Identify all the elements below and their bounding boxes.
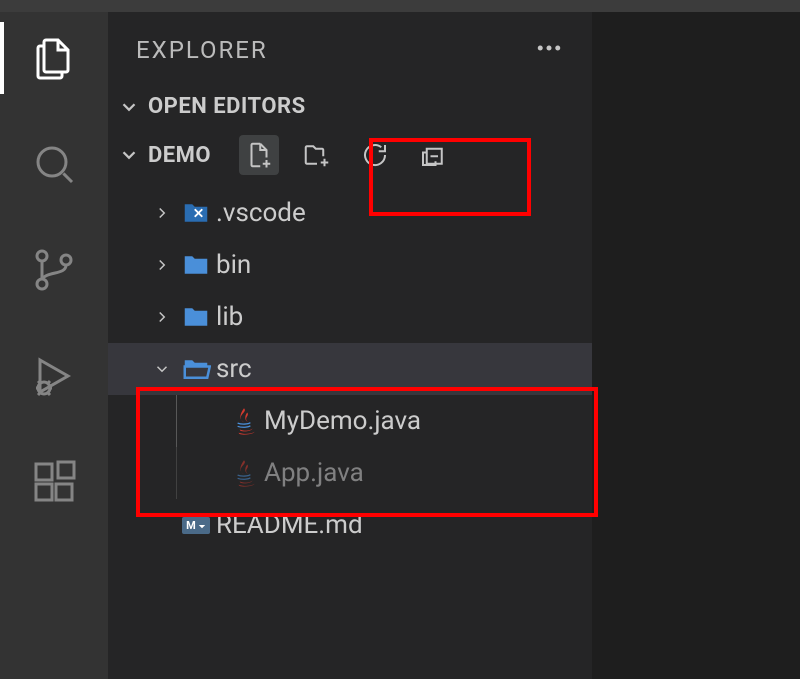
tree-label: .vscode xyxy=(216,198,306,228)
open-editors-label: OPEN EDITORS xyxy=(148,94,306,119)
java-icon xyxy=(224,456,264,490)
titlebar xyxy=(0,0,800,12)
ellipsis-icon xyxy=(534,33,564,63)
markdown-icon: M xyxy=(176,517,216,534)
indent-guide xyxy=(176,447,177,499)
refresh-icon xyxy=(360,140,390,170)
tree-label: bin xyxy=(216,250,251,280)
new-folder-button[interactable] xyxy=(297,135,337,175)
tree-label: MyDemo.java xyxy=(264,406,421,436)
workspace-section[interactable]: DEMO xyxy=(108,129,592,181)
tree-folder-bin[interactable]: bin xyxy=(108,239,592,291)
chevron-right-icon xyxy=(153,204,171,222)
new-file-button[interactable] xyxy=(239,135,279,175)
branch-icon xyxy=(30,246,78,294)
new-folder-icon xyxy=(302,140,332,170)
collapse-all-button[interactable] xyxy=(413,135,453,175)
java-icon xyxy=(224,404,264,438)
folder-icon xyxy=(176,302,216,332)
tree-folder-vscode[interactable]: .vscode xyxy=(108,187,592,239)
activity-search[interactable] xyxy=(26,136,82,192)
files-icon xyxy=(30,34,78,82)
tree-file-mydemo-java[interactable]: MyDemo.java xyxy=(108,395,592,447)
folder-icon xyxy=(176,250,216,280)
vscode-folder-icon xyxy=(176,198,216,228)
activity-run-debug[interactable] xyxy=(26,348,82,404)
activity-extensions[interactable] xyxy=(26,454,82,510)
chevron-right-icon xyxy=(153,256,171,274)
search-icon xyxy=(30,140,78,188)
collapse-icon xyxy=(418,140,448,170)
play-bug-icon xyxy=(30,352,78,400)
tree-label: src xyxy=(216,354,252,384)
tree-label: lib xyxy=(216,302,243,332)
sidebar-header: EXPLORER xyxy=(108,12,592,88)
explorer-sidebar: EXPLORER OPEN EDITORS DEMO xyxy=(108,12,592,679)
activity-explorer[interactable] xyxy=(26,30,82,86)
chevron-down-icon xyxy=(118,144,140,166)
more-actions-button[interactable] xyxy=(534,33,564,67)
sidebar-title: EXPLORER xyxy=(136,36,268,64)
new-file-icon xyxy=(244,140,274,170)
file-tree: .vscode bin lib s xyxy=(108,181,592,551)
tree-file-app-java[interactable]: App.java xyxy=(108,447,592,499)
extensions-icon xyxy=(30,458,78,506)
indent-guide xyxy=(176,395,177,447)
workspace-label: DEMO xyxy=(148,143,211,168)
chevron-down-icon xyxy=(153,360,171,378)
activity-source-control[interactable] xyxy=(26,242,82,298)
tree-folder-src[interactable]: src xyxy=(108,343,592,395)
workspace-toolbar xyxy=(239,135,453,175)
refresh-button[interactable] xyxy=(355,135,395,175)
activity-bar xyxy=(0,12,108,679)
open-editors-section[interactable]: OPEN EDITORS xyxy=(108,88,592,125)
chevron-down-icon xyxy=(118,96,140,118)
tree-folder-lib[interactable]: lib xyxy=(108,291,592,343)
editor-area xyxy=(592,12,800,679)
chevron-right-icon xyxy=(153,308,171,326)
tree-file-readme[interactable]: M README.md xyxy=(108,499,592,551)
tree-label: README.md xyxy=(216,510,363,540)
folder-open-icon xyxy=(176,354,216,384)
tree-label: App.java xyxy=(264,458,364,488)
